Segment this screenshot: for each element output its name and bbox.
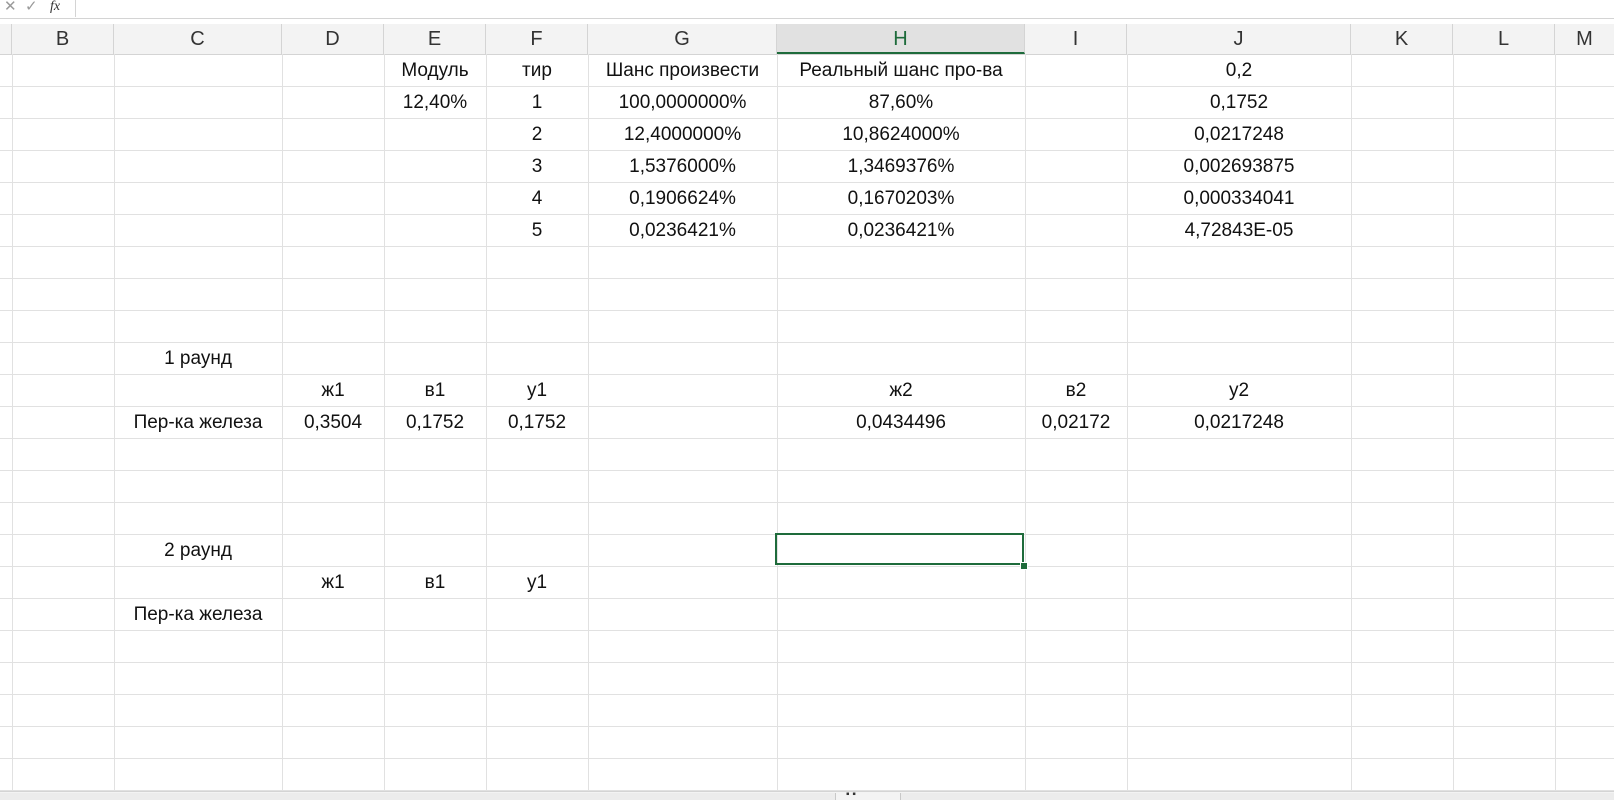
cell-round1-value-u1[interactable]: 0,1752: [486, 407, 588, 438]
cell-round2-title[interactable]: 2 раунд: [114, 535, 282, 566]
column-header-A[interactable]: [0, 24, 12, 54]
column-header-M[interactable]: M: [1555, 24, 1614, 54]
formula-bar: ✕ ✓ fx: [0, 0, 1614, 19]
gridline: [0, 310, 1614, 311]
cell-real-chance[interactable]: 0,0236421%: [777, 215, 1025, 246]
column-header-I[interactable]: I: [1025, 24, 1127, 54]
cell-j-value[interactable]: 0,002693875: [1127, 151, 1351, 182]
column-header-row: B C D E F G H I J K L M: [0, 24, 1614, 55]
cell-round1-row-label[interactable]: Пер-ка железа: [114, 407, 282, 438]
cell-j-value[interactable]: 0,000334041: [1127, 183, 1351, 214]
cell-module-value[interactable]: 12,40%: [384, 87, 486, 118]
cell-round1-value-zh1[interactable]: 0,3504: [282, 407, 384, 438]
cell-header-tier[interactable]: тир: [486, 55, 588, 86]
gridline: [0, 662, 1614, 663]
cell-round1-header-v2[interactable]: в2: [1025, 375, 1127, 406]
column-header-K[interactable]: K: [1351, 24, 1453, 54]
column-header-B[interactable]: B: [12, 24, 114, 54]
cell-chance[interactable]: 0,0236421%: [588, 215, 777, 246]
gridline: [0, 470, 1614, 471]
cell-round1-title[interactable]: 1 раунд: [114, 343, 282, 374]
gridline: [0, 726, 1614, 727]
cell-tier[interactable]: 3: [486, 151, 588, 182]
spreadsheet-grid[interactable]: Модуль тир Шанс произвести Реальный шанс…: [0, 54, 1614, 791]
cell-j-value[interactable]: 0,1752: [1127, 87, 1351, 118]
cell-real-chance[interactable]: 87,60%: [777, 87, 1025, 118]
gridline: [0, 278, 1614, 279]
cell-round2-row-label[interactable]: Пер-ка железа: [114, 599, 282, 630]
gridline: [0, 758, 1614, 759]
cell-round1-header-zh1[interactable]: ж1: [282, 375, 384, 406]
cell-header-module[interactable]: Модуль: [384, 55, 486, 86]
gridline: [0, 694, 1614, 695]
cell-tier[interactable]: 5: [486, 215, 588, 246]
cell-round1-value-u2[interactable]: 0,0217248: [1127, 407, 1351, 438]
column-header-C[interactable]: C: [114, 24, 282, 54]
cell-j-value[interactable]: 0,0217248: [1127, 119, 1351, 150]
cell-tier[interactable]: 1: [486, 87, 588, 118]
gridline: [1453, 54, 1454, 791]
check-icon[interactable]: ✓: [25, 0, 38, 16]
fill-handle[interactable]: [1020, 562, 1028, 570]
cell-round1-header-v1[interactable]: в1: [384, 375, 486, 406]
cell-round1-value-v1[interactable]: 0,1752: [384, 407, 486, 438]
column-header-D[interactable]: D: [282, 24, 384, 54]
cell-chance[interactable]: 12,4000000%: [588, 119, 777, 150]
gridline: [12, 54, 13, 791]
cell-chance[interactable]: 100,0000000%: [588, 87, 777, 118]
more-icon[interactable]: ▪ ▪: [846, 789, 856, 800]
cell-round1-header-zh2[interactable]: ж2: [777, 375, 1025, 406]
cell-round1-value-zh2[interactable]: 0,0434496: [777, 407, 1025, 438]
gridline: [0, 502, 1614, 503]
gridline: [0, 630, 1614, 631]
cell-chance[interactable]: 1,5376000%: [588, 151, 777, 182]
cell-real-chance[interactable]: 10,8624000%: [777, 119, 1025, 150]
column-header-H[interactable]: H: [777, 24, 1025, 54]
gridline: [0, 438, 1614, 439]
gridline: [1555, 54, 1556, 791]
column-header-J[interactable]: J: [1127, 24, 1351, 54]
gridline: [0, 566, 1614, 567]
cell-round1-header-u1[interactable]: у1: [486, 375, 588, 406]
cell-chance[interactable]: 0,1906624%: [588, 183, 777, 214]
cell-round1-header-u2[interactable]: у2: [1127, 375, 1351, 406]
cell-j-value[interactable]: 4,72843E-05: [1127, 215, 1351, 246]
cell-tier[interactable]: 4: [486, 183, 588, 214]
cell-real-chance[interactable]: 0,1670203%: [777, 183, 1025, 214]
cell-header-real-chance[interactable]: Реальный шанс про-ва: [777, 55, 1025, 86]
cell-round2-header-zh1[interactable]: ж1: [282, 567, 384, 598]
column-header-E[interactable]: E: [384, 24, 486, 54]
formula-input[interactable]: [75, 0, 1614, 17]
column-header-F[interactable]: F: [486, 24, 588, 54]
cell-tier[interactable]: 2: [486, 119, 588, 150]
column-header-G[interactable]: G: [588, 24, 777, 54]
column-header-L[interactable]: L: [1453, 24, 1555, 54]
cell-round1-value-v2[interactable]: 0,02172: [1025, 407, 1127, 438]
cell-real-chance[interactable]: 1,3469376%: [777, 151, 1025, 182]
cell-header-chance[interactable]: Шанс произвести: [588, 55, 777, 86]
close-icon[interactable]: ✕: [4, 0, 17, 16]
cell-round2-header-u1[interactable]: у1: [486, 567, 588, 598]
fx-icon[interactable]: fx: [50, 0, 60, 16]
selected-cell[interactable]: [775, 533, 1024, 565]
cell-header-j[interactable]: 0,2: [1127, 55, 1351, 86]
gridline: [1351, 54, 1352, 791]
gridline: [0, 246, 1614, 247]
cell-round2-header-v1[interactable]: в1: [384, 567, 486, 598]
